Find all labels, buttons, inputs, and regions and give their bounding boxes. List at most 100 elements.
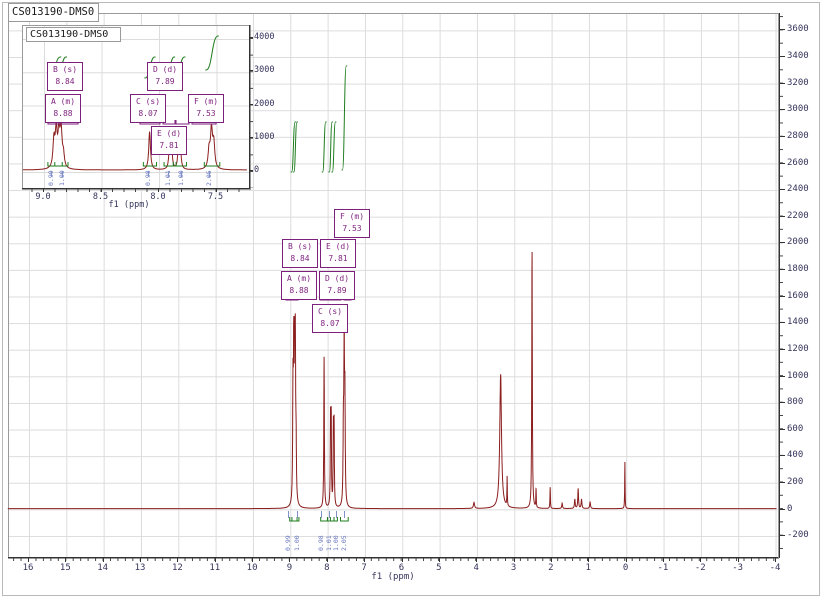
inset-y-tick-label: 1000 [254,132,274,142]
main-x-tick-label: 6 [390,563,414,573]
main-y-tick [779,535,785,536]
main-x-tick-label: 2 [539,563,563,573]
multiplet-shift: 7.53 [335,223,369,235]
main-y-tick [779,296,785,297]
inset-x-tick-label: 8.0 [146,192,170,202]
main-y-tick [779,136,785,137]
main-x-tick [775,557,776,562]
multiplet-box-main-D[interactable]: D (d)7.89 [319,271,355,300]
main-y-tick [779,56,785,57]
main-y-tick [779,29,785,30]
multiplet-label: E (d) [321,241,355,253]
inset-y-tick [249,170,253,171]
main-x-tick-label: 4 [464,563,488,573]
multiplet-shift: 8.88 [46,108,80,120]
main-x-tick-label: 13 [128,563,152,573]
multiplet-label: A (m) [282,273,316,285]
main-y-tick-label: 2400 [787,184,809,194]
main-x-tick [140,557,141,562]
multiplet-label: C (s) [313,306,347,318]
multiplet-box-inset-A[interactable]: A (m)8.88 [45,94,81,123]
multiplet-label: C (s) [131,96,165,108]
multiplet-label: E (d) [152,128,186,140]
main-x-tick [626,557,627,562]
main-y-tick-label: 3200 [787,78,809,88]
inset-x-tick-label: 7.5 [204,192,228,202]
multiplet-box-main-A[interactable]: A (m)8.88 [281,271,317,300]
multiplet-label: A (m) [46,96,80,108]
integral-tick-inset-B [62,171,63,177]
main-y-tick-label: 2800 [787,131,809,141]
multiplet-box-main-F[interactable]: F (m)7.53 [334,209,370,238]
inset-y-tick [249,37,253,38]
integral-tick-main-E [336,511,337,518]
main-x-tick-label: 5 [427,563,451,573]
main-x-tick-label: 10 [240,563,264,573]
multiplet-shift: 8.07 [313,318,347,330]
multiplet-label: F (m) [335,211,369,223]
main-x-tick [327,557,328,562]
main-x-tick-label: 3 [502,563,526,573]
main-x-tick [551,557,552,562]
inset-y-tick-label: 4000 [254,32,274,42]
main-y-tick [779,189,785,190]
main-y-minor-ticks [780,13,783,557]
integral-tick-inset-E [181,171,182,177]
main-y-tick-label: 3400 [787,51,809,61]
multiplet-box-inset-C[interactable]: C (s)8.07 [130,94,166,123]
multiplet-box-main-C[interactable]: C (s)8.07 [312,304,348,333]
main-x-minor-ticks [8,558,777,561]
integral-value-main-E: 1.00 [332,535,340,551]
main-x-tick [402,557,403,562]
integral-tick-inset-F [209,171,210,177]
integral-value-main-C: 0.98 [317,535,325,551]
main-x-tick [215,557,216,562]
main-y-tick-label: 2000 [787,237,809,247]
main-x-tick [588,557,589,562]
multiplet-shift: 7.89 [148,76,182,88]
multiplet-box-inset-E[interactable]: E (d)7.81 [151,126,187,155]
main-y-tick-label: 3000 [787,104,809,114]
integral-tick-inset-D [168,171,169,177]
multiplet-box-main-E[interactable]: E (d)7.81 [320,239,356,268]
integral-tick-main-D [329,511,330,518]
multiplet-label: B (s) [48,64,82,76]
multiplet-label: B (s) [283,241,317,253]
main-x-tick-label: -4 [763,563,787,573]
main-y-tick [779,269,785,270]
main-x-tick-label: 15 [53,563,77,573]
main-x-tick-label: 12 [165,563,189,573]
multiplet-shift: 7.53 [189,108,223,120]
integral-tick-main-A [288,511,289,518]
main-x-tick [289,557,290,562]
main-x-axis-label: f1 (ppm) [358,572,428,582]
inset-y-minor-ticks [250,25,253,188]
inset-y-tick [249,70,253,71]
main-x-tick-label: 1 [576,563,600,573]
inset-curve-layer [0,0,821,597]
integral-tick-inset-C [148,171,149,177]
multiplet-label: D (d) [148,64,182,76]
multiplet-box-inset-D[interactable]: D (d)7.89 [147,62,183,91]
multiplet-box-inset-F[interactable]: F (m)7.53 [188,94,224,123]
main-y-tick [779,349,785,350]
main-y-tick [779,242,785,243]
multiplet-shift: 8.88 [282,285,316,297]
main-y-tick-label: 1400 [787,317,809,327]
main-y-tick [779,376,785,377]
multiplet-label: D (d) [320,273,354,285]
inset-y-tick [249,137,253,138]
main-x-tick [364,557,365,562]
nmr-spectrum-window: CS013190-DMS0 CS013190-DMS0 f1 (ppm) f1 … [0,0,821,597]
multiplet-box-inset-B[interactable]: B (s)8.84 [47,62,83,91]
main-y-tick-label: 400 [787,450,803,460]
inset-y-tick [249,104,253,105]
main-y-tick-label: 600 [787,424,803,434]
multiplet-label: F (m) [189,96,223,108]
inset-x-tick-label: 9.0 [31,192,55,202]
multiplet-box-main-B[interactable]: B (s)8.84 [282,239,318,268]
integral-tick-main-F [344,511,345,518]
integral-value-main-A: 0.99 [284,535,292,551]
main-x-tick-label: 14 [91,563,115,573]
main-x-tick [439,557,440,562]
